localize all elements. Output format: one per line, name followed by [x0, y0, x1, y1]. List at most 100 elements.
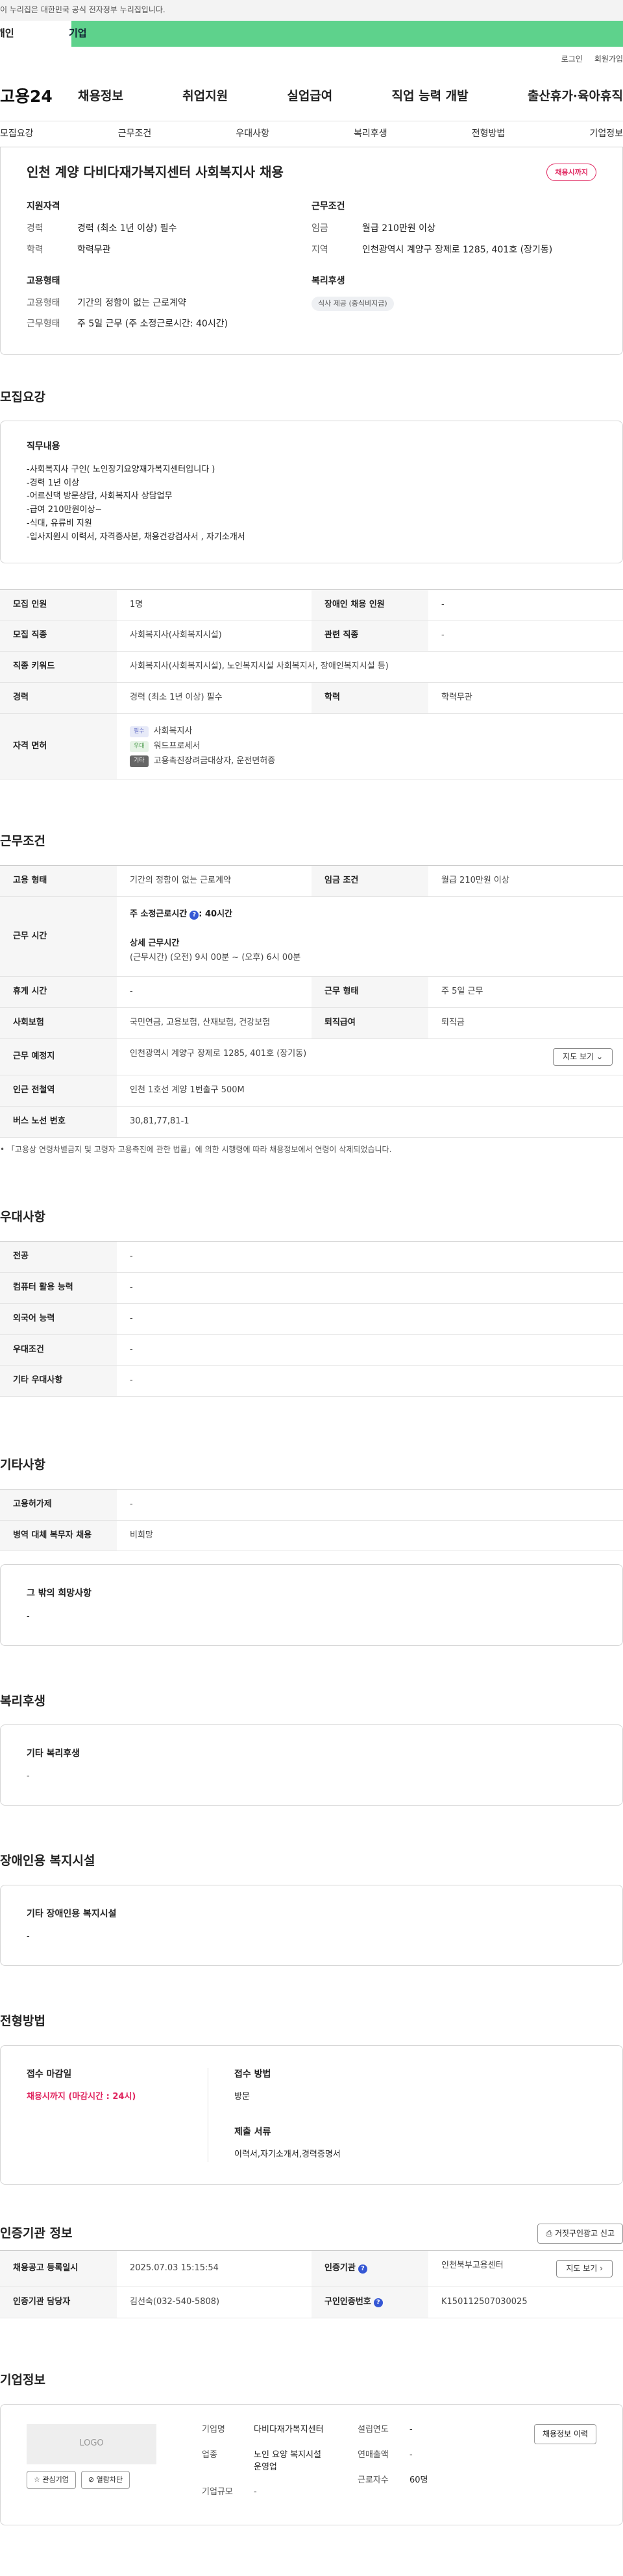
summary-value: 기간의 정함이 없는 근로계약 [77, 298, 186, 309]
table-label: 고용 형태 [0, 865, 117, 897]
table-label: 우대조건 [0, 1334, 117, 1366]
info-icon[interactable]: ? [358, 2264, 367, 2274]
disability-facility-value: - [27, 1932, 30, 1942]
disability-facility-heading: 기타 장애인용 복지시설 [27, 1908, 117, 1919]
favorite-company-button[interactable]: ☆ 관심기업 [27, 2470, 76, 2489]
table-row: 모집 직종 사회복지사(사회복지시설) 관련 직종 - [0, 620, 623, 652]
table-row: 채용공고 등록일시 2025.07.03 15:15:54 인증기관? 인천북부고용센… [0, 2250, 623, 2288]
table-label: 전공 [0, 1241, 117, 1273]
table-label: 근무 시간 [0, 896, 117, 977]
section-title-agency: 인증기관 정보 [0, 2226, 73, 2240]
table-label: 퇴직급여 [312, 1007, 428, 1040]
table-label: 학력 [312, 682, 428, 714]
table-value: - [428, 620, 623, 652]
global-nav: 고용24 채용정보 취업지원 실업급여 직업 능력 개발 출산휴가·육아휴직 [0, 73, 623, 121]
process-card: 접수 마감일 채용시까지 (마감시간 : 24시) 접수 방법 방문 제출 서류 이력… [0, 2044, 623, 2185]
mode-individual-tab[interactable]: 개인 [0, 21, 71, 47]
table-value: - [117, 1334, 623, 1366]
status-badge: 채용시까지 [546, 163, 596, 182]
company-industry: 노인 요양 복지시설 운영업 [254, 2449, 321, 2472]
summary-qual-heading: 지원자격 [27, 201, 60, 212]
tab-welfare[interactable]: 복리후생 [354, 127, 387, 140]
gov-notice-text: 이 누리집은 대한민국 공식 전자정부 누리집입니다. [0, 5, 165, 15]
block-company-button[interactable]: ⊘ 열람차단 [80, 2470, 130, 2489]
table-label: 모집 인원 [0, 589, 117, 621]
table-label: 기타 우대사항 [0, 1365, 117, 1397]
tab-recruit[interactable]: 모집요강 [0, 127, 34, 140]
etc-table: 고용허가제 - 병역 대체 복무자 채용 비희망 [0, 1488, 623, 1552]
table-row: 근무 시간 주 소정근로시간?: 40시간 상세 근무시간 (근무시간) (오전… [0, 896, 623, 977]
job-title: 인천 계양 다비다재가복지센터 사회복지사 채용 [27, 164, 284, 180]
agency-id-label-cell: 구인인증번호? [312, 2287, 428, 2319]
table-row: 전공 - [0, 1241, 623, 1273]
preferences-table: 전공 - 컴퓨터 활용 능력 - 외국어 능력 - 우대조건 - 기타 우대사항 - [0, 1241, 623, 1397]
agency-map-button[interactable]: 지도 보기 › [556, 2260, 613, 2278]
section-title-welfare: 복리후생 [0, 1693, 45, 1708]
gov-notice-bar: 이 누리집은 대한민국 공식 전자정부 누리집입니다. [0, 0, 623, 21]
table-row: 인증기관 담당자 김선숙(032-540-5808) 구인인증번호? K1501125… [0, 2287, 623, 2319]
info-icon[interactable]: ? [189, 910, 199, 920]
company-employees: 60명 [409, 2475, 428, 2485]
gnb-item-parental-leave[interactable]: 출산휴가·육아휴직 [528, 88, 623, 106]
table-label: 경력 [0, 682, 117, 714]
summary-value: 경력 (최소 1년 이상) 필수 [77, 223, 177, 234]
gnb-item-employment-support[interactable]: 취업지원 [182, 88, 228, 106]
mode-corporate-tab[interactable]: 기업 [69, 21, 623, 47]
table-row: 휴게 시간 - 근무 형태 주 5일 근무 [0, 976, 623, 1009]
recruit-history-button[interactable]: 채용정보 이력 [533, 2423, 596, 2445]
tab-process[interactable]: 전형방법 [472, 127, 506, 140]
table-row: 근무 예정지 인천광역시 계양구 장제로 1285, 401호 (장기동) 지도 보… [0, 1038, 623, 1076]
table-label: 임금 조건 [312, 865, 428, 897]
table-label: 외국어 능력 [0, 1303, 117, 1335]
table-value: 30,81,77,81-1 [117, 1106, 623, 1138]
table-label: 인증기관 담당자 [0, 2287, 117, 2319]
detail-hours-label: 상세 근무시간 [130, 938, 180, 948]
info-icon[interactable]: ? [373, 2298, 383, 2308]
table-label: 장애인 채용 인원 [312, 589, 428, 621]
table-label: 병역 대체 복무자 채용 [0, 1520, 117, 1552]
deadline-value: 채용시까지 (마감시간 : 24시) [27, 2091, 136, 2102]
license-list: 필수 사회복지사 우대 워드프로세서 기타 고용촉진장려금대상자, 운전면허증 [117, 713, 623, 780]
summary-value: 인천광역시 계양구 장제로 1285, 401호 (장기동) [362, 244, 553, 255]
work-address-cell: 인천광역시 계양구 장제로 1285, 401호 (장기동) 지도 보기 ⌄ [117, 1038, 623, 1076]
chevron-down-icon: ⌄ [596, 1052, 603, 1062]
agency-value-cell: 인천북부고용센터 지도 보기 › [428, 2250, 623, 2288]
gnb-item-vocational-training[interactable]: 직업 능력 개발 [392, 88, 469, 106]
site-logo[interactable]: 고용24 [0, 85, 78, 108]
map-view-button[interactable]: 지도 보기 ⌄ [553, 1048, 613, 1066]
table-value: 기간의 정함이 없는 근로계약 [117, 865, 312, 897]
company-label: 업종 [202, 2449, 217, 2460]
agency-table: 채용공고 등록일시 2025.07.03 15:15:54 인증기관? 인천북부고용센… [0, 2250, 623, 2319]
license-tag-required: 필수 [130, 726, 149, 737]
tab-conditions[interactable]: 근무조건 [118, 127, 152, 140]
table-label: 직종 키워드 [0, 651, 117, 683]
table-row: 컴퓨터 활용 능력 - [0, 1272, 623, 1304]
signup-link[interactable]: 회원가입 [594, 54, 623, 65]
table-value: K150112507030025 [428, 2287, 623, 2319]
summary-label: 지역 [312, 244, 328, 255]
work-hours: 주 소정근로시간?: 40시간 상세 근무시간 (근무시간) (오전) 9시 0… [117, 896, 623, 977]
mode-corporate-label: 기업 [69, 27, 87, 40]
summary-cond-heading: 근무조건 [312, 201, 345, 212]
login-link[interactable]: 로그인 [561, 54, 583, 65]
company-logo-text: LOGO [79, 2438, 104, 2449]
company-card: LOGO ☆ 관심기업 ⊘ 열람차단 기업명 다비다재가복지센터 업종 노인 요양 … [0, 2403, 623, 2526]
tab-preferences[interactable]: 우대사항 [236, 127, 269, 140]
false-ad-report-button[interactable]: ⎙ 거짓구인광고 신고 [537, 2223, 623, 2244]
agency-name: 인천북부고용센터 [441, 2261, 504, 2271]
tab-company[interactable]: 기업정보 [589, 127, 623, 140]
gnb-item-unemployment-benefit[interactable]: 실업급여 [287, 88, 332, 106]
gnb-item-jobs[interactable]: 채용정보 [78, 88, 123, 106]
block-icon: ⊘ [88, 2475, 95, 2484]
table-value: 사회복지사(사회복지시설) [117, 620, 312, 652]
table-value: 김선숙(032-540-5808) [117, 2287, 312, 2319]
welfare-chip: 식사 제공 (중식비지급) [312, 297, 394, 312]
table-label: 채용공고 등록일시 [0, 2250, 117, 2288]
table-label: 자격 면허 [0, 713, 117, 780]
table-value: 비희망 [117, 1520, 623, 1552]
method-heading: 접수 방법 [234, 2068, 271, 2079]
table-row: 고용 형태 기간의 정함이 없는 근로계약 임금 조건 월급 210만원 이상 [0, 865, 623, 897]
welfare-card: 기타 복리후생 - [0, 1724, 623, 1806]
table-value: - [117, 1272, 623, 1304]
report-icon: ⎙ [546, 2228, 553, 2238]
